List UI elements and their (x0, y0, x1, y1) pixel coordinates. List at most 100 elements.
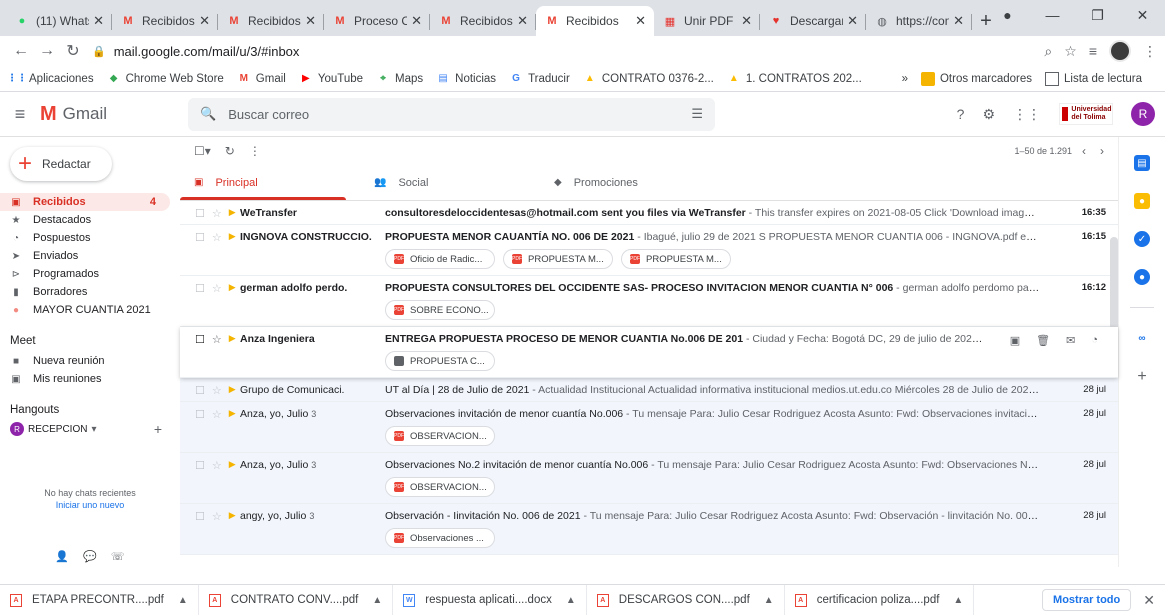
tasks-icon[interactable]: ✓ (1134, 231, 1150, 247)
help-icon[interactable]: ? (957, 106, 965, 122)
refresh-icon[interactable]: ↻ (225, 144, 235, 158)
star-icon[interactable]: ☆ (212, 282, 222, 295)
browser-tab[interactable]: ● (11) Whats ✕ (6, 6, 112, 36)
bookmark-4[interactable]: ⌖ Maps (376, 72, 423, 86)
main-menu-icon[interactable]: ≡ (0, 104, 40, 125)
bookmark-2[interactable]: M Gmail (237, 72, 286, 86)
tab-social[interactable]: 👥 Social (360, 165, 540, 200)
row-checkbox[interactable]: ☐ (195, 408, 205, 421)
search-input[interactable]: 🔍 Buscar correo ☰ (188, 97, 715, 131)
mark-read-icon[interactable]: ✉ (1066, 334, 1075, 347)
org-logo[interactable]: Universidad del Tolima (1059, 103, 1113, 125)
gmail-logo[interactable]: M Gmail (40, 103, 174, 126)
bookmark-1[interactable]: ◆ Chrome Web Store (107, 72, 224, 86)
show-all-downloads-button[interactable]: Mostrar todo (1042, 589, 1132, 611)
calendar-icon[interactable]: ▤ (1134, 155, 1150, 171)
attachment-chip[interactable]: PDF PROPUESTA M... (621, 249, 731, 269)
important-marker-icon[interactable]: ▶ (229, 231, 236, 244)
contacts-icon[interactable]: ● (1134, 269, 1150, 285)
search-options-icon[interactable]: ☰ (691, 106, 703, 122)
download-item[interactable]: Wrespuesta aplicati....docx ▲ (393, 585, 587, 615)
star-icon[interactable]: ☆ (212, 510, 222, 523)
star-icon[interactable]: ☆ (212, 231, 222, 244)
star-icon[interactable]: ☆ (212, 384, 222, 397)
close-downloads-icon[interactable]: ✕ (1143, 592, 1155, 609)
settings-icon[interactable]: ⚙ (982, 106, 995, 123)
important-marker-icon[interactable]: ▶ (229, 408, 236, 421)
attachment-chip[interactable]: PDF Observaciones ... (385, 528, 495, 548)
select-all-checkbox[interactable]: ☐▾ (194, 144, 211, 158)
email-row[interactable]: ☐ ☆ ▶ WeTransfer consultoresdeloccidentesas@… (180, 201, 1118, 225)
attachment-chip[interactable]: PROPUESTA C... (385, 351, 495, 371)
reload-button[interactable]: ↻ (60, 41, 86, 61)
meet-my-meetings[interactable]: ▣ Mis reuniones (0, 370, 170, 388)
bookmark-8[interactable]: ▲ 1. CONTRATOS 202... (727, 72, 862, 86)
attachment-chip[interactable]: PDF OBSERVACION... (385, 426, 495, 446)
meet-new-meeting[interactable]: ■ Nueva reunión (0, 352, 170, 370)
tab-close-icon[interactable]: ✕ (741, 13, 752, 29)
sidebar-item-borradores[interactable]: ▮ Borradores (0, 283, 170, 301)
maximize-button[interactable]: ❐ (1075, 0, 1120, 30)
tab-close-icon[interactable]: ✕ (93, 13, 104, 29)
browser-tab[interactable]: M Recibidos ✕ (112, 6, 218, 36)
sidebar-item-enviados[interactable]: ➤ Enviados (0, 247, 170, 265)
hangouts-icon[interactable]: 💬 (83, 550, 97, 563)
row-checkbox[interactable]: ☐ (195, 384, 205, 397)
star-icon[interactable]: ☆ (212, 333, 222, 346)
close-window-button[interactable]: ✕ (1120, 0, 1165, 30)
bookmarks-overflow-button[interactable]: » (902, 73, 908, 85)
attachment-chip[interactable]: PDF PROPUESTA M... (503, 249, 613, 269)
prev-page-icon[interactable]: ‹ (1082, 144, 1086, 158)
star-icon[interactable]: ☆ (212, 408, 222, 421)
browser-tab[interactable]: M Recibidos ✕ (536, 6, 654, 36)
bookmark-6[interactable]: G Traducir (509, 72, 570, 86)
sidebar-item-pospuestos[interactable]: ◔ Pospuestos (0, 229, 170, 247)
important-marker-icon[interactable]: ▶ (229, 510, 236, 523)
row-checkbox[interactable]: ☐ (195, 333, 205, 346)
tab-close-icon[interactable]: ✕ (305, 13, 316, 29)
row-checkbox[interactable]: ☐ (195, 207, 205, 220)
email-row[interactable]: ☐ ☆ ▶ Anza, yo, Julio 3 Observaciones No.2 in… (180, 453, 1118, 504)
browser-tab[interactable]: M Proceso Co✕ (324, 6, 430, 36)
download-item[interactable]: A CONTRATO CONV....pdf ▲ (199, 585, 394, 615)
star-icon[interactable]: ☆ (212, 207, 222, 220)
keep-icon[interactable]: ● (1134, 193, 1150, 209)
bookmark-7[interactable]: ▲ CONTRATO 0376-2... (583, 72, 714, 86)
back-button[interactable]: ← (8, 42, 34, 60)
bookmark-star-icon[interactable]: ☆ (1064, 43, 1077, 60)
forward-button[interactable]: → (34, 42, 60, 60)
more-actions-icon[interactable]: ⋮ (249, 144, 261, 158)
tab-close-icon[interactable]: ✕ (635, 13, 646, 29)
important-marker-icon[interactable]: ▶ (229, 282, 236, 295)
archive-icon[interactable]: ▣ (1010, 334, 1020, 347)
apps-icon[interactable]: ⋮⋮ (1013, 106, 1041, 123)
bookmark-5[interactable]: ▤ Noticias (436, 72, 496, 86)
row-checkbox[interactable]: ☐ (195, 459, 205, 472)
sidebar-item-mayor-cuantia-2021[interactable]: ● MAYOR CUANTIA 2021 (0, 301, 170, 319)
attachment-chip[interactable]: PDF OBSERVACION... (385, 477, 495, 497)
email-row[interactable]: ☐ ☆ ▶ INGNOVA CONSTRUCCIO. PROPUESTA MENOR C… (180, 225, 1118, 276)
email-row[interactable]: ☐ ☆ ▶ Anza Ingeniera ENTREGA PROPUESTA PROCE… (180, 327, 1118, 378)
tab-close-icon[interactable]: ✕ (411, 13, 422, 29)
sidebar-item-programados[interactable]: ⊳ Programados (0, 265, 170, 283)
chevron-up-icon[interactable]: ▲ (372, 595, 382, 606)
row-checkbox[interactable]: ☐ (195, 510, 205, 523)
reading-list-icon[interactable]: ≡ (1089, 43, 1097, 59)
next-page-icon[interactable]: › (1100, 144, 1104, 158)
chevron-up-icon[interactable]: ▲ (178, 595, 188, 606)
download-item[interactable]: A DESCARGOS CON....pdf ▲ (587, 585, 785, 615)
bookmark-3[interactable]: ▶ YouTube (299, 72, 363, 86)
get-addons-icon[interactable]: + (1137, 368, 1146, 386)
tab-search-icon[interactable]: ● (985, 0, 1030, 30)
minimize-button[interactable]: — (1030, 0, 1075, 30)
important-marker-icon[interactable]: ▶ (229, 384, 236, 397)
row-checkbox[interactable]: ☐ (195, 231, 205, 244)
browser-tab[interactable]: ◍ https://con ✕ (866, 6, 972, 36)
tab-close-icon[interactable]: ✕ (953, 13, 964, 29)
sidebar-item-recibidos[interactable]: ▣ Recibidos 4 (0, 193, 170, 211)
tab-principal[interactable]: ▣ Principal (180, 165, 360, 200)
start-new-chat-link[interactable]: Iniciar uno nuevo (0, 499, 180, 511)
snooze-icon[interactable]: ◔ (1091, 334, 1098, 347)
chevron-up-icon[interactable]: ▲ (953, 595, 963, 606)
important-marker-icon[interactable]: ▶ (229, 333, 236, 346)
